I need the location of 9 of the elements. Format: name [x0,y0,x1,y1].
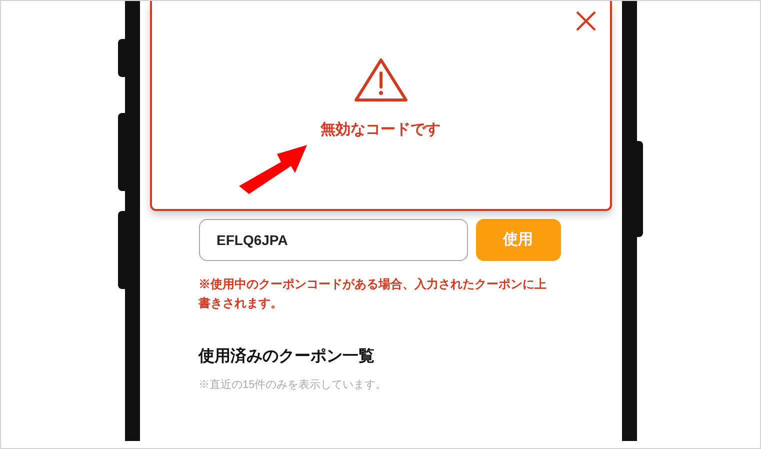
close-icon [574,10,596,32]
close-button[interactable] [574,9,598,33]
coupon-code-field[interactable]: EFLQ6JPA [198,219,468,261]
warning-icon [352,57,408,103]
arrow-icon [237,142,309,197]
used-coupons-note: ※直近の15件のみを表示しています。 [198,378,388,393]
used-coupons-heading: 使用済みのクーポン一覧 [198,346,376,367]
error-message: 無効なコードです [320,120,440,140]
overwrite-note: ※使用中のクーポンコードがある場合、入力されたクーポンに上書きされます。 [198,276,548,312]
